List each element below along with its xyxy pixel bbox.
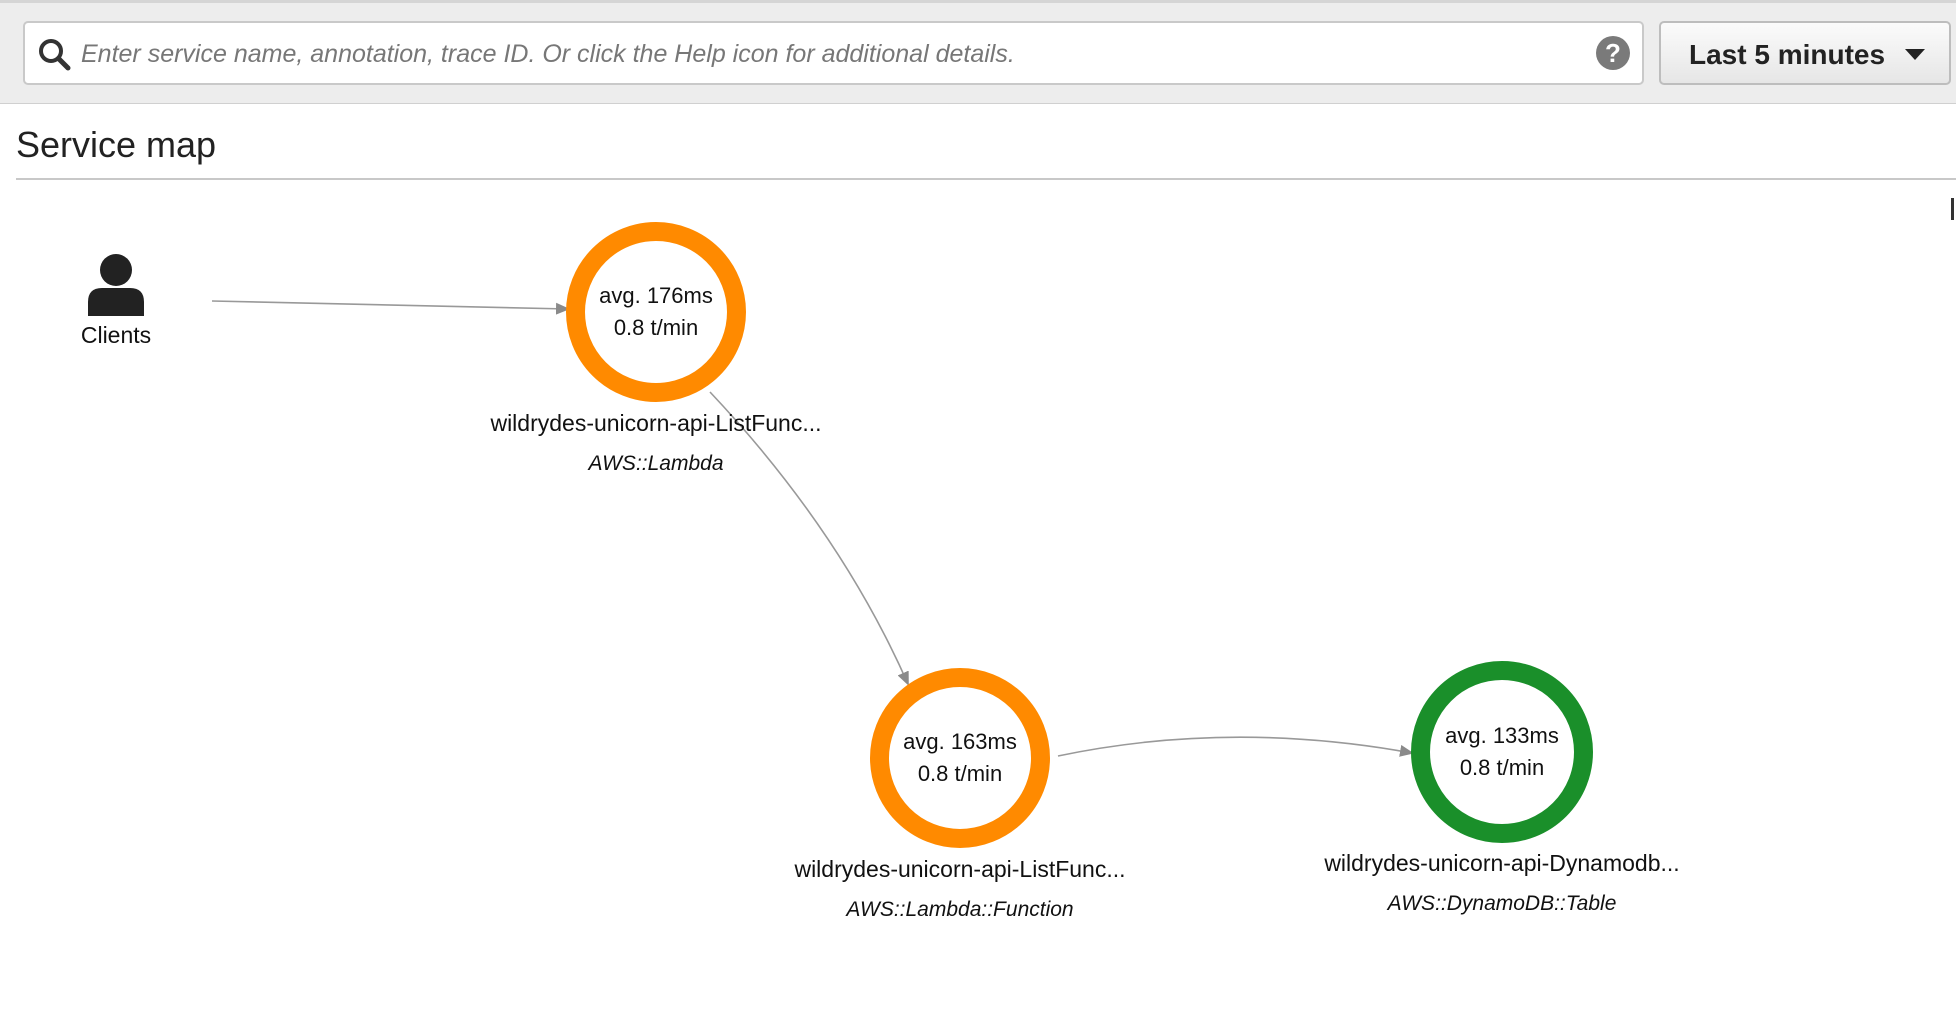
node-type: AWS::Lambda::Function [846, 898, 1074, 921]
avg-latency: avg. 163ms [903, 729, 1017, 754]
avg-latency: avg. 133ms [1445, 723, 1559, 748]
time-range-label: Last 5 minutes [1689, 39, 1886, 70]
time-range-dropdown[interactable]: Last 5 minutes [1659, 21, 1951, 85]
edge-function-to-dynamodb[interactable] [1057, 736, 1414, 757]
service-node-lambda-function[interactable]: avg. 163ms 0.8 t/min [870, 668, 1050, 848]
node-type: AWS::DynamoDB::Table [1387, 892, 1617, 915]
search-icon [39, 39, 71, 71]
service-node-lambda[interactable]: avg. 176ms 0.8 t/min [566, 222, 746, 402]
search-input[interactable] [79, 27, 1563, 81]
search-box[interactable]: ? [23, 21, 1644, 85]
node-name: wildrydes-unicorn-api-ListFunc... [794, 856, 1126, 882]
page-title: Service map [16, 124, 217, 165]
trace-rate: 0.8 t/min [917, 761, 1003, 786]
clients-node[interactable]: Clients [70, 250, 162, 360]
user-icon [88, 254, 144, 316]
service-map[interactable]: Clients avg. 176ms 0.8 t/min wildrydes-u… [0, 180, 1956, 1018]
toolbar: ? Last 5 minutes [0, 0, 1956, 104]
node-name: wildrydes-unicorn-api-ListFunc... [490, 410, 822, 436]
trace-rate: 0.8 t/min [1459, 755, 1545, 780]
trace-rate: 0.8 t/min [613, 315, 699, 340]
node-type: AWS::Lambda [588, 452, 724, 475]
help-icon[interactable]: ? [1596, 36, 1630, 70]
chevron-down-icon [1905, 49, 1925, 60]
clients-label: Clients [80, 322, 152, 348]
node-name: wildrydes-unicorn-api-Dynamodb... [1324, 850, 1680, 876]
service-node-dynamodb-table[interactable]: avg. 133ms 0.8 t/min [1411, 661, 1593, 843]
edge-clients-to-lambda[interactable] [211, 300, 570, 315]
avg-latency: avg. 176ms [599, 283, 713, 308]
